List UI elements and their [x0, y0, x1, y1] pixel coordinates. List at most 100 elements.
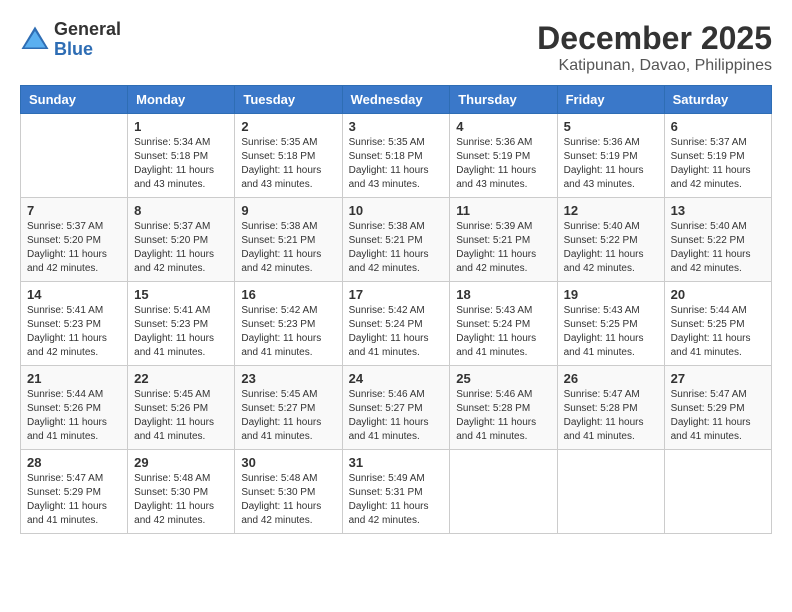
day-number: 27 [671, 371, 765, 386]
day-info: Sunrise: 5:36 AM Sunset: 5:19 PM Dayligh… [456, 136, 550, 192]
day-number: 2 [241, 119, 335, 134]
calendar-cell: 22 Sunrise: 5:45 AM Sunset: 5:26 PM Dayli… [128, 366, 235, 450]
calendar-cell: 14 Sunrise: 5:41 AM Sunset: 5:23 PM Dayli… [21, 282, 128, 366]
day-info: Sunrise: 5:41 AM Sunset: 5:23 PM Dayligh… [27, 304, 121, 360]
calendar-header-row: Sunday Monday Tuesday Wednesday Thursday… [21, 86, 772, 114]
month-year-title: December 2025 [537, 20, 772, 57]
calendar-cell: 29 Sunrise: 5:48 AM Sunset: 5:30 PM Dayli… [128, 450, 235, 534]
calendar-cell: 3Sunrise: 5:35 AM Sunset: 5:18 PM Daylig… [342, 114, 450, 198]
day-info: Sunrise: 5:41 AM Sunset: 5:23 PM Dayligh… [134, 304, 228, 360]
col-tuesday: Tuesday [235, 86, 342, 114]
day-number: 21 [27, 371, 121, 386]
day-number: 7 [27, 203, 121, 218]
calendar-cell: 16Sunrise: 5:42 AM Sunset: 5:23 PM Dayli… [235, 282, 342, 366]
calendar-cell: 27 Sunrise: 5:47 AM Sunset: 5:29 PM Dayli… [664, 366, 771, 450]
day-number: 5 [564, 119, 658, 134]
day-info: Sunrise: 5:46 AM Sunset: 5:28 PM Dayligh… [456, 388, 550, 444]
calendar-cell [557, 450, 664, 534]
day-number: 13 [671, 203, 765, 218]
calendar-cell: 19Sunrise: 5:43 AM Sunset: 5:25 PM Dayli… [557, 282, 664, 366]
day-number: 8 [134, 203, 228, 218]
page-header: General Blue December 2025 Katipunan, Da… [20, 20, 772, 75]
calendar-cell: 30Sunrise: 5:48 AM Sunset: 5:30 PM Dayli… [235, 450, 342, 534]
day-number: 15 [134, 287, 228, 302]
calendar-cell: 1 Sunrise: 5:34 AM Sunset: 5:18 PM Daylig… [128, 114, 235, 198]
day-info: Sunrise: 5:35 AM Sunset: 5:18 PM Dayligh… [349, 136, 444, 192]
day-info: Sunrise: 5:39 AM Sunset: 5:21 PM Dayligh… [456, 220, 550, 276]
day-info: Sunrise: 5:47 AM Sunset: 5:28 PM Dayligh… [564, 388, 658, 444]
title-section: December 2025 Katipunan, Davao, Philippi… [537, 20, 772, 75]
day-number: 31 [349, 455, 444, 470]
day-number: 10 [349, 203, 444, 218]
day-number: 4 [456, 119, 550, 134]
day-number: 16 [241, 287, 335, 302]
calendar-cell [450, 450, 557, 534]
logo-general-text: General [54, 20, 121, 40]
day-number: 23 [241, 371, 335, 386]
col-monday: Monday [128, 86, 235, 114]
logo-blue-text: Blue [54, 40, 121, 60]
day-info: Sunrise: 5:37 AM Sunset: 5:20 PM Dayligh… [27, 220, 121, 276]
calendar-cell: 26 Sunrise: 5:47 AM Sunset: 5:28 PM Dayli… [557, 366, 664, 450]
day-number: 22 [134, 371, 228, 386]
day-info: Sunrise: 5:48 AM Sunset: 5:30 PM Dayligh… [134, 472, 228, 528]
calendar-cell [664, 450, 771, 534]
day-info: Sunrise: 5:37 AM Sunset: 5:19 PM Dayligh… [671, 136, 765, 192]
day-number: 25 [456, 371, 550, 386]
day-number: 6 [671, 119, 765, 134]
location-subtitle: Katipunan, Davao, Philippines [537, 57, 772, 75]
calendar-cell: 24 Sunrise: 5:46 AM Sunset: 5:27 PM Dayli… [342, 366, 450, 450]
day-info: Sunrise: 5:43 AM Sunset: 5:24 PM Dayligh… [456, 304, 550, 360]
day-info: Sunrise: 5:47 AM Sunset: 5:29 PM Dayligh… [671, 388, 765, 444]
day-number: 24 [349, 371, 444, 386]
day-number: 28 [27, 455, 121, 470]
day-info: Sunrise: 5:45 AM Sunset: 5:27 PM Dayligh… [241, 388, 335, 444]
calendar-cell: 9 Sunrise: 5:38 AM Sunset: 5:21 PM Daylig… [235, 198, 342, 282]
calendar-cell: 20Sunrise: 5:44 AM Sunset: 5:25 PM Dayli… [664, 282, 771, 366]
day-info: Sunrise: 5:40 AM Sunset: 5:22 PM Dayligh… [564, 220, 658, 276]
calendar-cell: 15 Sunrise: 5:41 AM Sunset: 5:23 PM Dayli… [128, 282, 235, 366]
logo-icon [20, 25, 50, 55]
day-number: 26 [564, 371, 658, 386]
day-info: Sunrise: 5:46 AM Sunset: 5:27 PM Dayligh… [349, 388, 444, 444]
col-friday: Friday [557, 86, 664, 114]
calendar-cell: 21 Sunrise: 5:44 AM Sunset: 5:26 PM Dayli… [21, 366, 128, 450]
calendar-cell: 6 Sunrise: 5:37 AM Sunset: 5:19 PM Daylig… [664, 114, 771, 198]
day-info: Sunrise: 5:44 AM Sunset: 5:25 PM Dayligh… [671, 304, 765, 360]
calendar-cell: 10 Sunrise: 5:38 AM Sunset: 5:21 PM Dayli… [342, 198, 450, 282]
calendar-cell: 13 Sunrise: 5:40 AM Sunset: 5:22 PM Dayli… [664, 198, 771, 282]
calendar-cell [21, 114, 128, 198]
calendar-cell: 23 Sunrise: 5:45 AM Sunset: 5:27 PM Dayli… [235, 366, 342, 450]
day-info: Sunrise: 5:44 AM Sunset: 5:26 PM Dayligh… [27, 388, 121, 444]
day-info: Sunrise: 5:38 AM Sunset: 5:21 PM Dayligh… [241, 220, 335, 276]
day-info: Sunrise: 5:42 AM Sunset: 5:24 PM Dayligh… [349, 304, 444, 360]
calendar-cell: 7 Sunrise: 5:37 AM Sunset: 5:20 PM Daylig… [21, 198, 128, 282]
calendar-week-row-2: 7 Sunrise: 5:37 AM Sunset: 5:20 PM Daylig… [21, 198, 772, 282]
day-number: 11 [456, 203, 550, 218]
col-thursday: Thursday [450, 86, 557, 114]
day-info: Sunrise: 5:40 AM Sunset: 5:22 PM Dayligh… [671, 220, 765, 276]
day-number: 14 [27, 287, 121, 302]
day-info: Sunrise: 5:36 AM Sunset: 5:19 PM Dayligh… [564, 136, 658, 192]
calendar-cell: 12Sunrise: 5:40 AM Sunset: 5:22 PM Dayli… [557, 198, 664, 282]
calendar-cell: 18Sunrise: 5:43 AM Sunset: 5:24 PM Dayli… [450, 282, 557, 366]
calendar-table: Sunday Monday Tuesday Wednesday Thursday… [20, 85, 772, 534]
day-number: 1 [134, 119, 228, 134]
calendar-cell: 2Sunrise: 5:35 AM Sunset: 5:18 PM Daylig… [235, 114, 342, 198]
day-info: Sunrise: 5:45 AM Sunset: 5:26 PM Dayligh… [134, 388, 228, 444]
calendar-cell: 8Sunrise: 5:37 AM Sunset: 5:20 PM Daylig… [128, 198, 235, 282]
day-info: Sunrise: 5:49 AM Sunset: 5:31 PM Dayligh… [349, 472, 444, 528]
day-info: Sunrise: 5:34 AM Sunset: 5:18 PM Dayligh… [134, 136, 228, 192]
day-number: 29 [134, 455, 228, 470]
calendar-cell: 4 Sunrise: 5:36 AM Sunset: 5:19 PM Daylig… [450, 114, 557, 198]
logo: General Blue [20, 20, 121, 60]
day-info: Sunrise: 5:38 AM Sunset: 5:21 PM Dayligh… [349, 220, 444, 276]
col-saturday: Saturday [664, 86, 771, 114]
col-wednesday: Wednesday [342, 86, 450, 114]
calendar-cell: 31 Sunrise: 5:49 AM Sunset: 5:31 PM Dayli… [342, 450, 450, 534]
calendar-week-row-3: 14 Sunrise: 5:41 AM Sunset: 5:23 PM Dayli… [21, 282, 772, 366]
day-number: 30 [241, 455, 335, 470]
calendar-cell: 5 Sunrise: 5:36 AM Sunset: 5:19 PM Daylig… [557, 114, 664, 198]
day-number: 9 [241, 203, 335, 218]
calendar-week-row-1: 1 Sunrise: 5:34 AM Sunset: 5:18 PM Daylig… [21, 114, 772, 198]
